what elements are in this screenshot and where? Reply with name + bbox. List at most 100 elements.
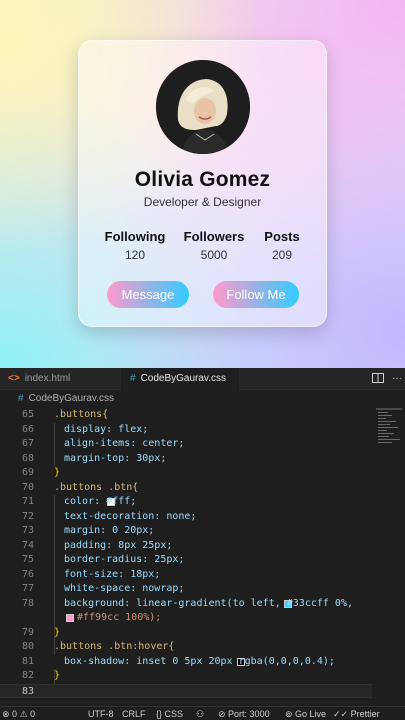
code-line: 70 .buttons .btn{ [0, 481, 372, 496]
code-text: font-size: 18px; [64, 568, 161, 580]
color-swatch[interactable] [66, 614, 74, 622]
line-number: 79 [21, 626, 34, 638]
stat-label: Posts [264, 229, 300, 244]
code-line: 80 .buttons .btn:hover{ [0, 640, 372, 655]
code-text: .buttons .btn:hover{ [54, 641, 175, 652]
language-label: CSS [164, 709, 184, 719]
profile-name: Olivia Gomez [134, 168, 271, 191]
line-number: 80 [21, 641, 34, 652]
code-line: 76 font-size: 18px; [0, 568, 372, 583]
line-number: 68 [21, 452, 34, 464]
code-text: .buttons .btn{ [54, 481, 139, 493]
code-text: margin-top: 30px; [64, 452, 167, 464]
tab-bar: <> index.html # CodeByGaurav.css ··· [0, 368, 405, 390]
css-icon: # [130, 373, 136, 384]
code-text: padding: 8px 25px; [64, 539, 173, 551]
port-label: Port: 3000 [228, 709, 270, 719]
status-bar: ⊗ 0 ⚠ 0 UTF-8 CRLF {} CSS ⚇ ⊘ Port: 3000… [0, 706, 405, 720]
line-number: 75 [21, 554, 34, 565]
code-text: box-shadow: inset 0 5px 20px rgba(0,0,0,… [64, 655, 335, 667]
error-count: 0 [12, 709, 18, 719]
line-number: 71 [21, 496, 34, 507]
breadcrumb[interactable]: # CodeByGaurav.css [0, 390, 405, 408]
line-number: 72 [21, 510, 34, 522]
warning-count: 0 [30, 709, 36, 719]
language-indicator[interactable]: {} CSS [156, 707, 183, 720]
code-text: #ff99cc 100%); [77, 612, 162, 623]
code-text: } [54, 467, 61, 478]
browser-preview: Olivia Gomez Developer & Designer Follow… [0, 0, 405, 368]
problems-indicator[interactable]: ⊗ 0 ⚠ 0 [2, 707, 35, 720]
code-line: 79} [0, 626, 372, 641]
code-text: display: flex; [64, 423, 149, 435]
stat-label: Following [104, 229, 166, 244]
stat-posts: Posts 209 [242, 229, 322, 262]
code-text: white-space: nowrap; [64, 583, 185, 594]
go-live-label: Go Live [295, 709, 327, 719]
tab-label: index.html [24, 373, 71, 384]
line-number: 83 [21, 685, 34, 697]
prettier-label: Prettier [350, 709, 380, 719]
line-number: 78 [21, 597, 34, 609]
code-line: 67 align-items: center; [0, 437, 372, 452]
tab-label: CodeByGaurav.css [140, 373, 226, 384]
html-icon: <> [8, 373, 20, 384]
code-line: 66 display: flex; [0, 423, 372, 438]
line-number: 66 [21, 423, 34, 435]
code-text: .buttons{ [54, 409, 109, 420]
more-actions-icon[interactable]: ··· [392, 368, 404, 390]
line-number: 76 [21, 568, 34, 580]
code-area[interactable]: 65 .buttons{ 66 display: flex; 67 align-ite… [0, 408, 372, 700]
code-line: 77 white-space: nowrap; [0, 582, 372, 597]
code-line: 74 padding: 8px 25px; [0, 539, 372, 554]
eol-indicator[interactable]: CRLF [122, 707, 146, 720]
code-text: border-radius: 25px; [64, 554, 185, 565]
copilot-icon[interactable]: ⚇ [196, 707, 204, 720]
port-indicator[interactable]: ⊘ Port: 3000 [218, 707, 270, 720]
message-button[interactable]: Message [107, 281, 189, 308]
stat-value: 209 [271, 248, 293, 262]
code-line: 81 box-shadow: inset 0 5px 20px rgba(0,0,… [0, 655, 372, 670]
code-line: #ff99cc 100%); [0, 611, 372, 626]
code-editor: <> index.html # CodeByGaurav.css ··· # Code… [0, 368, 405, 720]
css-icon: # [18, 393, 24, 404]
avatar [156, 60, 250, 154]
code-text: color: #fff; [64, 496, 137, 507]
line-number: 77 [21, 583, 34, 594]
code-text: margin: 0 20px; [64, 525, 155, 536]
stat-following: Following 120 [95, 229, 175, 262]
line-number: 70 [21, 481, 34, 493]
breadcrumb-file: CodeByGaurav.css [28, 393, 114, 404]
code-text: align-items: center; [64, 438, 185, 449]
prettier-indicator[interactable]: ✓✓ Prettier [333, 707, 380, 720]
profile-role: Developer & Designer [143, 195, 262, 209]
line-number: 67 [21, 438, 34, 449]
line-number: 65 [21, 409, 34, 420]
stat-value: 120 [124, 248, 146, 262]
go-live-button[interactable]: ⊚ Go Live [285, 707, 326, 720]
tab-index-html[interactable]: <> index.html [0, 368, 120, 390]
code-text: } [54, 626, 61, 638]
code-line: 69} [0, 466, 372, 481]
follow-me-button[interactable]: Follow Me [213, 281, 299, 308]
code-text: background: linear-gradient(to left, #33… [64, 597, 353, 609]
line-number: 82 [21, 670, 34, 681]
line-number: 81 [21, 655, 34, 667]
code-line: 72 text-decoration: none; [0, 510, 372, 525]
code-line: 65 .buttons{ [0, 408, 372, 423]
split-editor-icon[interactable] [372, 368, 386, 390]
code-line: 71 color: #fff; [0, 495, 372, 510]
code-line: 73 margin: 0 20px; [0, 524, 372, 539]
code-text: } [54, 670, 61, 681]
tab-codebygaurav-css[interactable]: # CodeByGaurav.css [121, 368, 239, 390]
code-line: 82} [0, 669, 372, 684]
encoding-indicator[interactable]: UTF-8 [88, 707, 114, 720]
line-number: 69 [21, 467, 34, 478]
line-number: 73 [21, 525, 34, 536]
minimap[interactable] [376, 408, 402, 468]
code-line-current: 83 [0, 683, 372, 698]
code-line: 75 border-radius: 25px; [0, 553, 372, 568]
profile-card: Olivia Gomez Developer & Designer Follow… [78, 40, 327, 327]
code-line: 78 background: linear-gradient(to left, #… [0, 597, 372, 612]
line-number: 74 [21, 539, 34, 551]
